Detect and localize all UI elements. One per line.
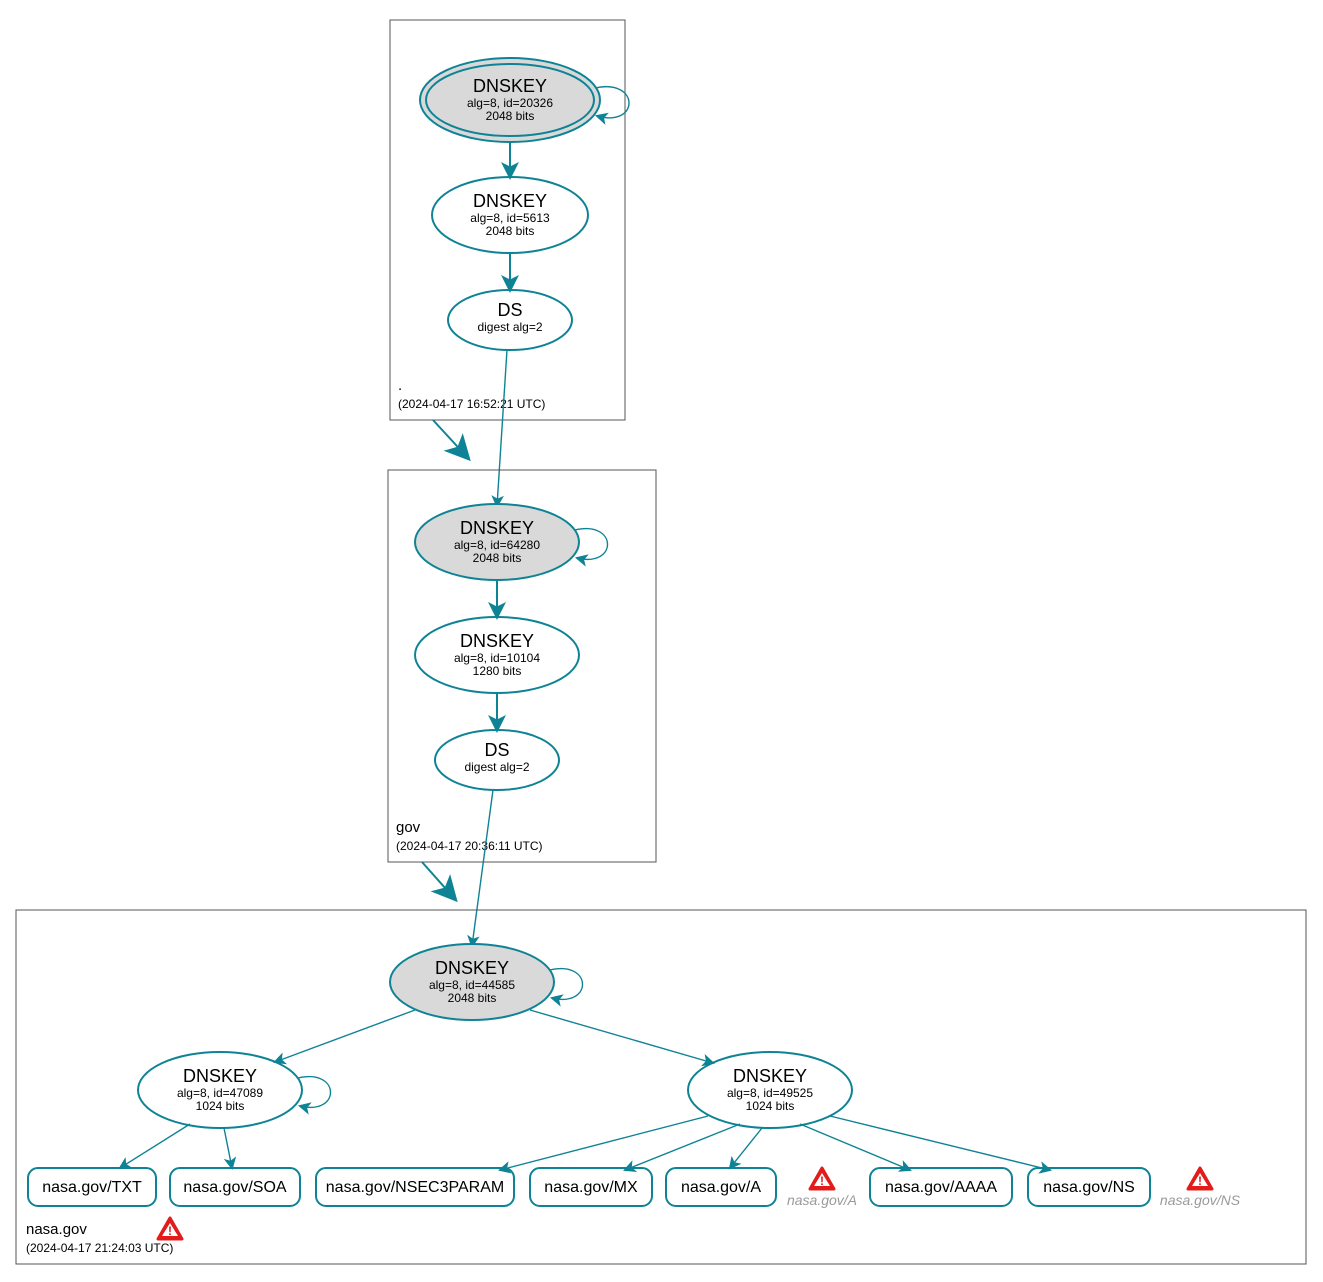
rr-mx: nasa.gov/MX	[530, 1168, 652, 1206]
zone-gov-ts: (2024-04-17 20:36:11 UTC)	[396, 839, 543, 853]
svg-text:digest alg=2: digest alg=2	[477, 320, 542, 334]
root-ksk-node: DNSKEY alg=8, id=20326 2048 bits	[420, 58, 600, 142]
gov-ksk-node: DNSKEY alg=8, id=64280 2048 bits	[415, 504, 579, 580]
svg-text:nasa.gov/MX: nasa.gov/MX	[544, 1179, 638, 1196]
svg-text:nasa.gov/A: nasa.gov/A	[681, 1179, 761, 1196]
svg-text:DNSKEY: DNSKEY	[473, 76, 547, 96]
rr-nsec: nasa.gov/NSEC3PARAM	[316, 1168, 514, 1206]
dnssec-graph: ! DNSKEY alg=8, id=20326 2048 bits DNSKE…	[0, 0, 1323, 1282]
zone-gov-name: gov	[396, 819, 421, 836]
svg-text:alg=8, id=10104: alg=8, id=10104	[454, 651, 540, 665]
rr-ns-ghost: nasa.gov/NS	[1160, 1168, 1241, 1208]
gov-ds-node: DS digest alg=2	[435, 730, 559, 790]
svg-text:alg=8, id=47089: alg=8, id=47089	[177, 1086, 263, 1100]
svg-text:1024 bits: 1024 bits	[746, 1099, 795, 1113]
svg-text:nasa.gov/TXT: nasa.gov/TXT	[42, 1179, 142, 1196]
zone-nasa-ts: (2024-04-17 21:24:03 UTC)	[26, 1241, 173, 1255]
rr-aaaa: nasa.gov/AAAA	[870, 1168, 1012, 1206]
svg-text:2048 bits: 2048 bits	[473, 551, 522, 565]
gov-zsk-node: DNSKEY alg=8, id=10104 1280 bits	[415, 617, 579, 693]
root-zsk-node: DNSKEY alg=8, id=5613 2048 bits	[432, 177, 588, 253]
svg-text:DNSKEY: DNSKEY	[183, 1066, 257, 1086]
nasa-ksk-node: DNSKEY alg=8, id=44585 2048 bits	[390, 944, 554, 1020]
svg-text:alg=8, id=44585: alg=8, id=44585	[429, 978, 515, 992]
warning-icon	[158, 1218, 182, 1239]
nasa-zsk1-node: DNSKEY alg=8, id=47089 1024 bits	[138, 1052, 302, 1128]
svg-text:DS: DS	[497, 300, 522, 320]
svg-text:nasa.gov/AAAA: nasa.gov/AAAA	[885, 1179, 997, 1196]
rr-txt: nasa.gov/TXT	[28, 1168, 156, 1206]
svg-text:2048 bits: 2048 bits	[448, 991, 497, 1005]
rr-a: nasa.gov/A	[666, 1168, 776, 1206]
svg-text:nasa.gov/NS: nasa.gov/NS	[1043, 1179, 1135, 1196]
svg-text:alg=8, id=5613: alg=8, id=5613	[470, 211, 550, 225]
svg-text:2048 bits: 2048 bits	[486, 109, 535, 123]
svg-text:alg=8, id=49525: alg=8, id=49525	[727, 1086, 813, 1100]
svg-text:DNSKEY: DNSKEY	[460, 631, 534, 651]
svg-text:alg=8, id=20326: alg=8, id=20326	[467, 96, 553, 110]
svg-text:2048 bits: 2048 bits	[486, 224, 535, 238]
svg-text:DNSKEY: DNSKEY	[460, 518, 534, 538]
zone-nasa-name: nasa.gov	[26, 1221, 87, 1238]
svg-text:DNSKEY: DNSKEY	[473, 191, 547, 211]
svg-text:digest alg=2: digest alg=2	[464, 760, 529, 774]
svg-text:1024 bits: 1024 bits	[196, 1099, 245, 1113]
rr-ns: nasa.gov/NS	[1028, 1168, 1150, 1206]
warning-icon	[1188, 1168, 1212, 1189]
svg-text:nasa.gov/NS: nasa.gov/NS	[1160, 1192, 1241, 1208]
svg-text:nasa.gov/SOA: nasa.gov/SOA	[183, 1179, 287, 1196]
svg-text:alg=8, id=64280: alg=8, id=64280	[454, 538, 540, 552]
svg-text:1280 bits: 1280 bits	[473, 664, 522, 678]
svg-text:DS: DS	[484, 740, 509, 760]
svg-text:DNSKEY: DNSKEY	[435, 958, 509, 978]
warning-icon	[810, 1168, 834, 1189]
zone-root-name: .	[398, 377, 402, 394]
rr-soa: nasa.gov/SOA	[170, 1168, 300, 1206]
svg-text:nasa.gov/NSEC3PARAM: nasa.gov/NSEC3PARAM	[326, 1179, 504, 1196]
rr-a-ghost: nasa.gov/A	[787, 1168, 857, 1208]
svg-text:nasa.gov/A: nasa.gov/A	[787, 1192, 857, 1208]
zone-root-ts: (2024-04-17 16:52:21 UTC)	[398, 397, 545, 411]
root-ds-node: DS digest alg=2	[448, 290, 572, 350]
svg-text:DNSKEY: DNSKEY	[733, 1066, 807, 1086]
